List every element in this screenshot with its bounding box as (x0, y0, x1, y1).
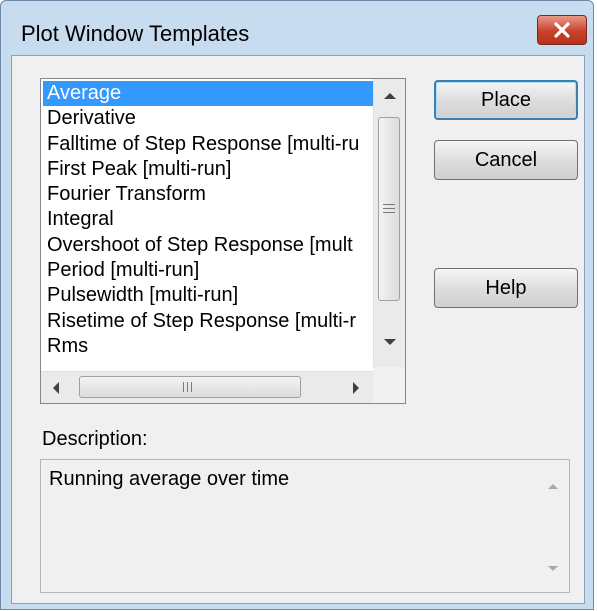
template-list-items: Average Derivative Falltime of Step Respon… (43, 81, 373, 359)
scroll-right-arrow-icon[interactable] (353, 382, 359, 394)
scroll-up-arrow-icon[interactable] (384, 93, 396, 99)
template-list-item[interactable]: Integral (43, 207, 373, 232)
close-x-icon (554, 22, 570, 38)
vertical-scrollbar[interactable] (373, 79, 405, 369)
template-list-item[interactable]: Derivative (43, 106, 373, 131)
description-scrollbar (539, 460, 569, 592)
close-button[interactable] (537, 15, 587, 45)
template-list-item[interactable]: First Peak [multi-run] (43, 157, 373, 182)
dialog-client-area: Average Derivative Falltime of Step Respon… (11, 55, 585, 604)
template-listbox[interactable]: Average Derivative Falltime of Step Respon… (40, 78, 406, 404)
template-list-item[interactable]: Average (43, 81, 373, 107)
scrollbar-corner (373, 367, 405, 403)
horizontal-scroll-thumb[interactable] (79, 376, 301, 398)
scroll-up-arrow-icon (548, 484, 558, 489)
template-list-item[interactable]: Fourier Transform (43, 182, 373, 207)
place-button[interactable]: Place (434, 80, 578, 120)
thumb-grip-line (187, 382, 188, 392)
template-list-item[interactable]: Rms (43, 334, 373, 359)
description-text: Running average over time (49, 468, 290, 490)
horizontal-scrollbar[interactable] (41, 371, 375, 403)
thumb-grip-line (191, 382, 192, 392)
template-list-item[interactable]: Risetime of Step Response [multi-r (43, 309, 373, 334)
scroll-down-arrow-icon[interactable] (384, 339, 396, 345)
thumb-grip-line (383, 212, 395, 213)
template-list-item[interactable]: Falltime of Step Response [multi-ru (43, 132, 373, 157)
dialog-title: Plot Window Templates (21, 21, 250, 46)
template-list-item[interactable]: Overshoot of Step Response [mult (43, 233, 373, 258)
thumb-grip-line (183, 382, 184, 392)
template-list-item[interactable]: Period [multi-run] (43, 258, 373, 283)
scroll-left-arrow-icon[interactable] (53, 382, 59, 394)
template-list-item[interactable]: Pulsewidth [multi-run] (43, 283, 373, 308)
thumb-grip-line (383, 208, 395, 209)
description-label: Description: (42, 428, 148, 450)
dialog-window: Plot Window Templates Average Derivative F… (0, 0, 594, 610)
cancel-button[interactable]: Cancel (434, 140, 578, 180)
vertical-scroll-thumb[interactable] (378, 117, 400, 301)
thumb-grip-line (383, 204, 395, 205)
help-button[interactable]: Help (434, 268, 578, 308)
description-box: Running average over time (40, 459, 570, 593)
scroll-down-arrow-icon (548, 566, 558, 571)
